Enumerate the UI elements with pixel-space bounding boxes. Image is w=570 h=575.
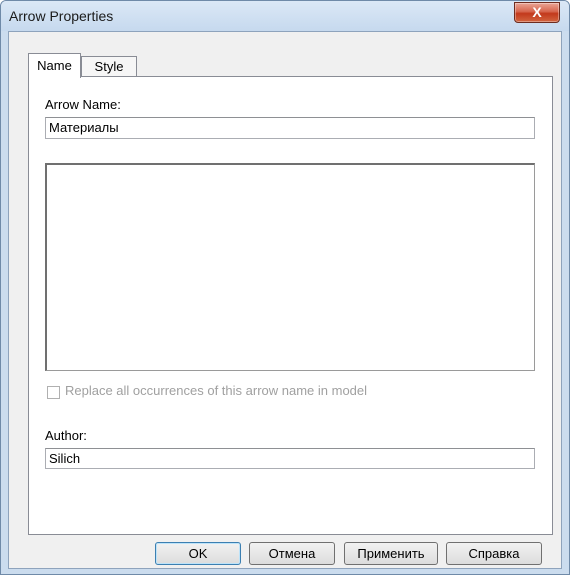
tab-style[interactable]: Style (81, 56, 137, 77)
name-tab-panel: Arrow Name: Материалы Replace all occurr… (28, 76, 553, 535)
ok-button[interactable]: OK (155, 542, 241, 565)
author-input[interactable]: Silich (45, 448, 535, 469)
window-title: Arrow Properties (9, 8, 114, 24)
replace-occurrences-checkbox[interactable] (47, 386, 60, 399)
title-bar: Arrow Properties X (1, 1, 569, 31)
help-button[interactable]: Справка (446, 542, 542, 565)
arrow-name-label: Arrow Name: (45, 97, 121, 112)
cancel-button[interactable]: Отмена (249, 542, 335, 565)
close-button[interactable]: X (514, 2, 560, 23)
description-textarea[interactable] (45, 163, 535, 371)
close-icon: X (532, 4, 542, 20)
replace-occurrences-label: Replace all occurrences of this arrow na… (65, 383, 368, 398)
tab-name-label: Name (37, 58, 72, 73)
tab-style-label: Style (94, 59, 124, 74)
arrow-name-input[interactable]: Материалы (45, 117, 535, 139)
dialog-client-area: Name Style Arrow Name: Материалы Replace… (8, 31, 562, 569)
tab-name[interactable]: Name (28, 53, 81, 78)
apply-button[interactable]: Применить (344, 542, 438, 565)
arrow-properties-dialog: Arrow Properties X Name Style Arrow Name… (0, 0, 570, 575)
author-label: Author: (45, 428, 87, 443)
